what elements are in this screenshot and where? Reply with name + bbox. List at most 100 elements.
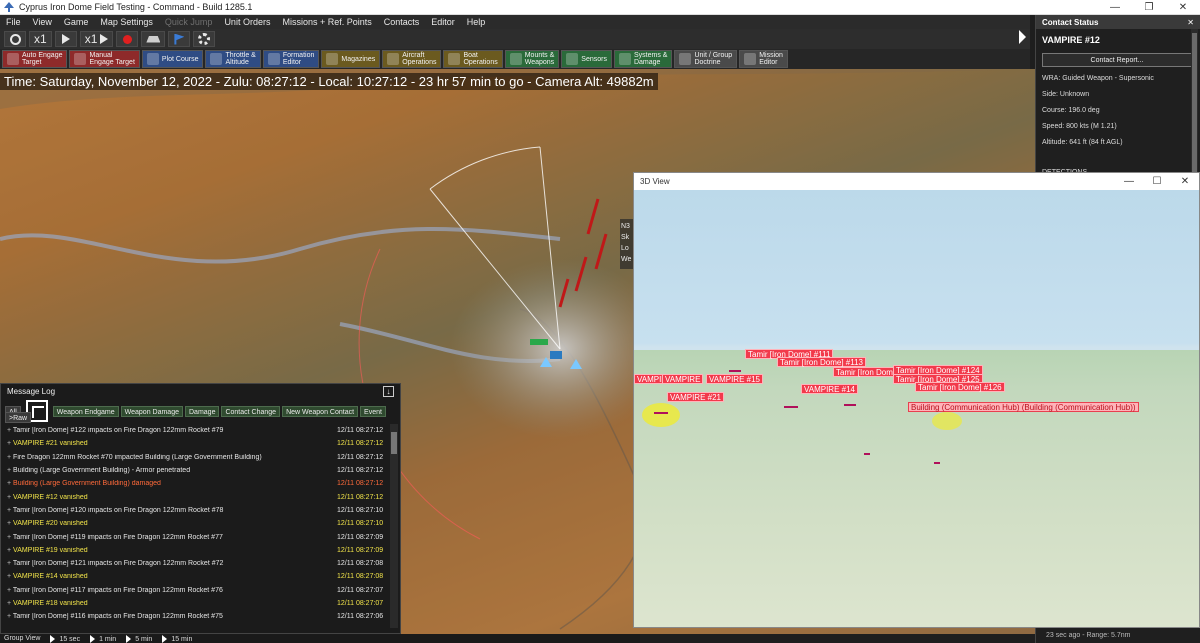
unit-marker[interactable]	[550, 351, 562, 359]
filter-weapon-endgame[interactable]: Weapon Endgame	[52, 405, 119, 417]
target-label[interactable]: Building (Communication Hub) (Building (…	[908, 402, 1139, 412]
throttle-altitude-button[interactable]: Throttle & Altitude	[205, 50, 261, 68]
plot-course-button[interactable]: Plot Course	[141, 50, 204, 68]
step-label: 1 min	[99, 635, 117, 643]
unit-group-doctrine-button[interactable]: Unit / Group Doctrine	[674, 50, 738, 68]
filter-event[interactable]: Event	[360, 405, 386, 417]
menu-file[interactable]: File	[0, 17, 27, 27]
maximize-icon[interactable]: ☐	[1143, 176, 1171, 187]
log-row[interactable]: Tamir [Iron Dome] #120 impacts on Fire D…	[3, 504, 387, 517]
map-info-box: N3 Sk Lo We	[620, 219, 634, 269]
panel-scrollbar[interactable]	[1191, 29, 1198, 189]
log-row[interactable]: Tamir [Iron Dome] #117 impacts on Fire D…	[3, 584, 387, 597]
step-label: 15 sec	[59, 635, 81, 643]
record-button[interactable]	[116, 31, 139, 47]
manual-engage-button[interactable]: Manual Engage Target	[69, 50, 140, 68]
log-message: Building (Large Government Building) - A…	[3, 467, 337, 474]
speed-x1-button[interactable]: x1	[29, 31, 52, 47]
menu-unit-orders[interactable]: Unit Orders	[218, 17, 276, 27]
log-row[interactable]: Building (Large Government Building) dam…	[3, 477, 387, 490]
maximize-icon[interactable]: ❐	[1132, 0, 1166, 15]
contact-report-button[interactable]: Contact Report...	[1042, 53, 1192, 67]
log-message: Tamir [Iron Dome] #117 impacts on Fire D…	[3, 587, 337, 594]
menu-editor[interactable]: Editor	[425, 17, 461, 27]
auto-engage-icon	[7, 53, 19, 65]
window-controls: — ❐ ✕	[1098, 0, 1200, 15]
step-1min[interactable]: 1 min	[90, 634, 117, 643]
message-log-scrollbar[interactable]	[390, 424, 398, 628]
menu-game[interactable]: Game	[58, 17, 95, 27]
3d-view-titlebar: 3D View — ☐ ✕	[634, 173, 1199, 190]
close-icon[interactable]: ✕	[1166, 0, 1200, 15]
log-row[interactable]: VAMPIRE #19 vanished12/11 08:27:09	[3, 544, 387, 557]
track-marker	[934, 462, 940, 464]
close-icon[interactable]: ✕	[1171, 176, 1199, 187]
boat-operations-button[interactable]: Boat Operations	[443, 50, 503, 68]
step-15sec[interactable]: 15 sec	[50, 634, 81, 643]
log-row[interactable]: Tamir [Iron Dome] #116 impacts on Fire D…	[3, 610, 387, 623]
minimize-icon[interactable]: —	[1115, 176, 1143, 187]
step-15min[interactable]: 15 min	[162, 634, 192, 643]
flag-button[interactable]	[168, 31, 191, 47]
play-icon	[162, 634, 168, 643]
close-icon[interactable]: ✕	[1187, 18, 1194, 27]
menu-bar: File View Game Map Settings Quick Jump U…	[0, 15, 1030, 29]
scroll-thumb[interactable]	[391, 432, 397, 454]
log-row[interactable]: Fire Dragon 122mm Rocket #70 impacted Bu…	[3, 451, 387, 464]
menu-missions[interactable]: Missions + Ref. Points	[276, 17, 377, 27]
unit-label[interactable]: Tamir [Iron Dome] #113	[777, 357, 866, 367]
log-timestamp: 12/11 08:27:08	[337, 560, 384, 568]
unit-label[interactable]: VAMPIRE	[662, 374, 704, 384]
filter-new-weapon-contact[interactable]: New Weapon Contact	[282, 405, 359, 417]
scroll-thumb[interactable]	[1192, 33, 1197, 183]
log-row[interactable]: VAMPIRE #14 vanished12/11 08:27:08	[3, 570, 387, 583]
3d-scene[interactable]: Tamir [Iron Dome] #111 Tamir [Iron Dome] …	[634, 190, 1199, 627]
menu-map-settings[interactable]: Map Settings	[94, 17, 159, 27]
command-label-line: Editor	[759, 59, 778, 66]
log-row[interactable]: Tamir [Iron Dome] #119 impacts on Fire D…	[3, 530, 387, 543]
raw-toggle-button[interactable]: >Raw	[5, 412, 32, 423]
log-row[interactable]: Building (Large Government Building) - A…	[3, 464, 387, 477]
filter-damage[interactable]: Damage	[185, 405, 220, 417]
filter-contact-change[interactable]: Contact Change	[221, 405, 281, 417]
command-label-line: Manual	[89, 52, 113, 59]
formation-editor-button[interactable]: Formation Editor	[262, 50, 320, 68]
log-row[interactable]: VAMPIRE #18 vanished12/11 08:27:07	[3, 597, 387, 610]
auto-engage-button[interactable]: Auto Engage Target	[2, 50, 68, 68]
log-row[interactable]: VAMPIRE #21 vanished12/11 08:27:12	[3, 437, 387, 450]
play-button[interactable]	[54, 31, 77, 47]
magazines-button[interactable]: Magazines	[321, 50, 381, 68]
filter-weapon-damage[interactable]: Weapon Damage	[120, 405, 183, 417]
unit-label[interactable]: VAMPIRE #15	[706, 374, 763, 384]
formation-editor-icon	[267, 53, 280, 65]
clock-button[interactable]	[4, 31, 26, 47]
menu-contacts[interactable]: Contacts	[378, 17, 426, 27]
step-5min[interactable]: 5 min	[126, 634, 152, 643]
speed-label: x1	[34, 32, 47, 46]
log-row[interactable]: VAMPIRE #12 vanished12/11 08:27:12	[3, 490, 387, 503]
log-row[interactable]: Tamir [Iron Dome] #122 impacts on Fire D…	[3, 424, 387, 437]
log-message: Fire Dragon 122mm Rocket #70 impacted Bu…	[3, 454, 337, 461]
log-row[interactable]: Tamir [Iron Dome] #121 impacts on Fire D…	[3, 557, 387, 570]
collapse-panel-icon[interactable]	[1019, 30, 1026, 44]
systems-damage-button[interactable]: Systems & Damage	[613, 50, 673, 68]
settings-button[interactable]	[193, 31, 216, 47]
ship-button[interactable]	[141, 31, 166, 47]
sensors-button[interactable]: Sensors	[561, 50, 612, 68]
download-icon[interactable]: ↓	[383, 385, 394, 397]
speed-step-button[interactable]: x1	[79, 31, 114, 47]
menu-help[interactable]: Help	[461, 17, 492, 27]
unit-marker[interactable]	[530, 339, 548, 345]
log-timestamp: 12/11 08:27:12	[337, 480, 384, 488]
menu-view[interactable]: View	[27, 17, 58, 27]
minimize-icon[interactable]: —	[1098, 0, 1132, 15]
aircraft-operations-button[interactable]: Aircraft Operations	[382, 50, 442, 68]
mounts-weapons-button[interactable]: Mounts & Weapons	[504, 50, 560, 68]
command-label: Boat Operations	[463, 52, 497, 66]
unit-label[interactable]: VAMPIRE #14	[801, 384, 858, 394]
mission-editor-button[interactable]: Mission Editor	[739, 50, 788, 68]
log-timestamp: 12/11 08:27:12	[337, 467, 384, 475]
unit-label[interactable]: VAMPIRE #21	[667, 392, 724, 402]
log-row[interactable]: VAMPIRE #20 vanished12/11 08:27:10	[3, 517, 387, 530]
unit-label[interactable]: Tamir [Iron Dome] #126	[915, 382, 1005, 392]
